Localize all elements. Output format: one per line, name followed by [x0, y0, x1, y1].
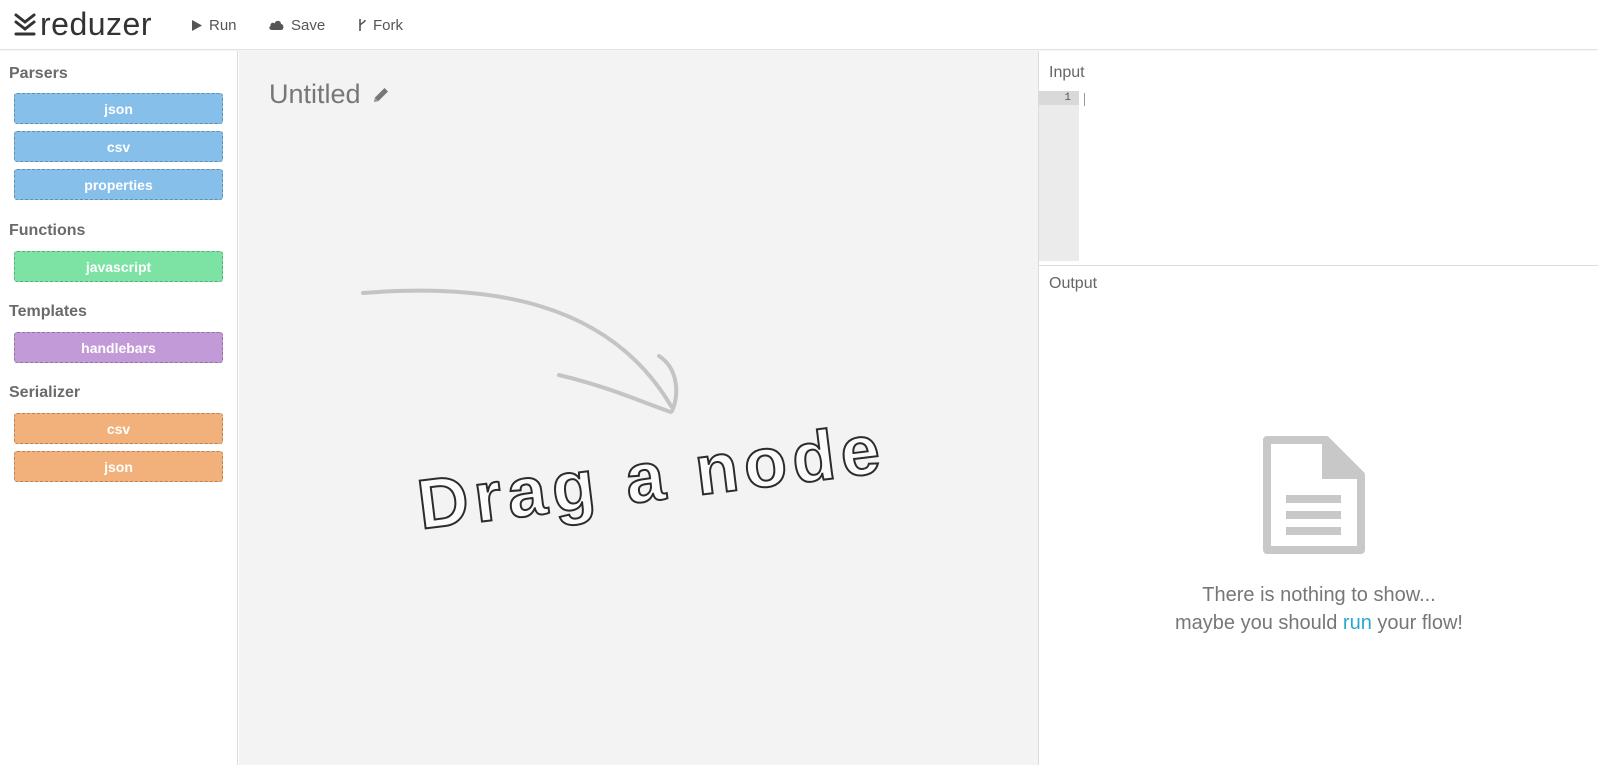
empty-state-line2: maybe you should run your flow! — [1039, 609, 1598, 637]
node-serializer-json[interactable]: json — [14, 451, 223, 482]
node-function-javascript[interactable]: javascript — [14, 251, 223, 282]
empty-state: There is nothing to show... maybe you sh… — [1039, 581, 1598, 637]
section-title-parsers: Parsers — [9, 65, 68, 82]
fork-icon — [359, 19, 366, 31]
input-gutter: 1 — [1039, 91, 1079, 261]
drag-hint-illustration: Drag a node — [361, 288, 891, 545]
input-editor[interactable] — [1079, 91, 1598, 261]
logo[interactable]: reduzer — [14, 4, 152, 44]
drag-hint-text: Drag a node — [413, 409, 890, 544]
io-panel: Input 1 Output There is nothing to show.… — [1038, 51, 1598, 765]
node-template-handlebars[interactable]: handlebars — [14, 332, 223, 363]
fork-button[interactable]: Fork — [357, 14, 403, 36]
output-label: Output — [1049, 275, 1098, 292]
node-parser-properties[interactable]: properties — [14, 169, 223, 200]
fork-label: Fork — [373, 16, 403, 34]
section-title-functions: Functions — [9, 222, 86, 239]
app-name: reduzer — [40, 5, 152, 42]
section-title-templates: Templates — [9, 303, 87, 320]
logo-chevron-icon — [14, 13, 36, 36]
run-button[interactable]: Run — [191, 14, 237, 36]
save-button[interactable]: Save — [268, 14, 325, 36]
line-number: 1 — [1039, 91, 1079, 105]
node-palette: Parsers json csv properties Functions ja… — [0, 51, 238, 765]
save-label: Save — [291, 16, 326, 34]
section-title-serializer: Serializer — [9, 384, 81, 401]
input-label: Input — [1049, 64, 1085, 81]
node-parser-csv[interactable]: csv — [14, 131, 223, 162]
empty-state-line1: There is nothing to show... — [1202, 584, 1436, 606]
text-cursor — [1084, 93, 1085, 106]
cloud-icon — [269, 20, 284, 30]
empty-state-prefix: maybe you should — [1175, 612, 1343, 634]
node-parser-json[interactable]: json — [14, 93, 223, 124]
document-icon — [1263, 436, 1365, 554]
flow-canvas[interactable]: Untitled Drag a node — [239, 51, 1038, 765]
run-label: Run — [209, 16, 237, 34]
empty-state-suffix: your flow! — [1371, 612, 1463, 634]
run-link[interactable]: run — [1343, 612, 1372, 634]
top-bar: reduzer Run Save Fork — [0, 0, 1598, 50]
play-icon — [192, 19, 202, 31]
node-serializer-csv[interactable]: csv — [14, 413, 223, 444]
panel-divider — [1039, 265, 1598, 266]
